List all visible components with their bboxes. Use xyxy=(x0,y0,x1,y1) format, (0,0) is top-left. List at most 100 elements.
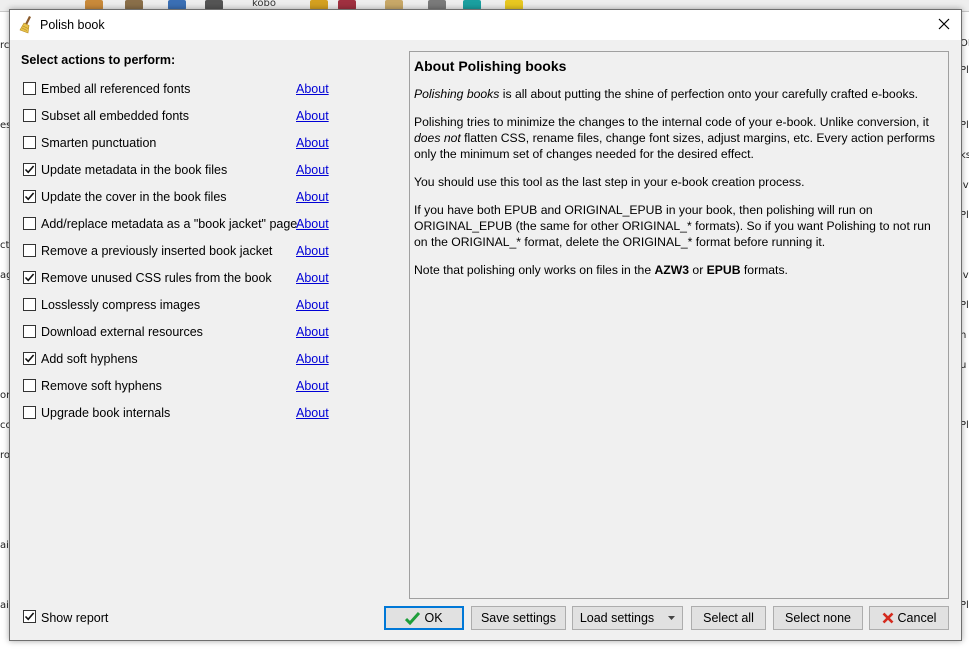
help-paragraph: If you have both EPUB and ORIGINAL_EPUB … xyxy=(414,203,931,249)
action-smarten-punctuation: Smarten punctuation About xyxy=(21,130,341,157)
bg-left-fragment: ct xyxy=(0,240,10,251)
help-heading: About Polishing books xyxy=(414,58,567,74)
help-text: Polishing tries to minimize the changes … xyxy=(414,115,929,129)
action-remove-jacket: Remove a previously inserted book jacket… xyxy=(21,238,341,265)
polish-broom-icon xyxy=(19,16,35,34)
help-paragraph: Polishing books is all about putting the… xyxy=(414,86,944,102)
dialog-title: Polish book xyxy=(40,18,105,32)
load-settings-button[interactable]: Load settings xyxy=(572,606,683,630)
about-link[interactable]: About xyxy=(296,271,329,285)
action-label[interactable]: Remove a previously inserted book jacket xyxy=(41,244,272,258)
action-update-metadata: Update metadata in the book files About xyxy=(21,157,341,184)
dropdown-arrow-icon xyxy=(668,616,676,620)
about-link[interactable]: About xyxy=(296,163,329,177)
checkbox[interactable] xyxy=(23,217,36,230)
check-mark-icon xyxy=(24,354,35,363)
checkbox[interactable] xyxy=(23,271,36,284)
about-link[interactable]: About xyxy=(296,379,329,393)
bg-left-fragment: rc xyxy=(0,40,10,51)
action-remove-soft-hyphens: Remove soft hyphens About xyxy=(21,373,341,400)
help-emphasis: Polishing books xyxy=(414,87,500,101)
checkbox[interactable] xyxy=(23,244,36,257)
show-report-label[interactable]: Show report xyxy=(41,611,108,625)
action-label[interactable]: Remove soft hyphens xyxy=(41,379,162,393)
cancel-x-icon xyxy=(882,612,894,624)
toolbar-kobo-text: kobo xyxy=(252,0,277,9)
action-label[interactable]: Update the cover in the book files xyxy=(41,190,227,204)
about-link[interactable]: About xyxy=(296,406,329,420)
action-subset-fonts: Subset all embedded fonts About xyxy=(21,103,341,130)
actions-list: Embed all referenced fonts About Subset … xyxy=(21,76,341,427)
checkmark-icon xyxy=(405,611,421,625)
checkbox[interactable] xyxy=(23,82,36,95)
select-all-button[interactable]: Select all xyxy=(691,606,766,630)
dialog-titlebar: Polish book xyxy=(10,10,961,40)
select-none-label: Select none xyxy=(784,611,852,625)
check-mark-icon xyxy=(24,612,35,621)
action-label[interactable]: Embed all referenced fonts xyxy=(41,82,190,96)
help-bold: EPUB xyxy=(706,263,741,277)
load-settings-label: Load settings xyxy=(579,611,655,625)
help-paragraph: Polishing tries to minimize the changes … xyxy=(414,114,944,162)
action-upgrade-internals: Upgrade book internals About xyxy=(21,400,341,427)
action-add-soft-hyphens: Add soft hyphens About xyxy=(21,346,341,373)
checkbox[interactable] xyxy=(23,379,36,392)
checkbox[interactable] xyxy=(23,325,36,338)
help-text: Note that polishing only works on files … xyxy=(414,263,655,277)
action-update-cover: Update the cover in the book files About xyxy=(21,184,341,211)
help-text: or xyxy=(689,263,707,277)
action-label[interactable]: Download external resources xyxy=(41,325,203,339)
cancel-button[interactable]: Cancel xyxy=(869,606,949,630)
check-mark-icon xyxy=(24,165,35,174)
check-mark-icon xyxy=(24,273,35,282)
help-emphasis: does not xyxy=(414,131,461,145)
action-label[interactable]: Losslessly compress images xyxy=(41,298,200,312)
check-mark-icon xyxy=(24,192,35,201)
checkbox[interactable] xyxy=(23,109,36,122)
action-label[interactable]: Subset all embedded fonts xyxy=(41,109,189,123)
about-link[interactable]: About xyxy=(296,136,329,150)
action-label[interactable]: Update metadata in the book files xyxy=(41,163,227,177)
about-link[interactable]: About xyxy=(296,244,329,258)
actions-section-label: Select actions to perform: xyxy=(21,53,176,67)
about-link[interactable]: About xyxy=(296,217,329,231)
help-pane: About Polishing books Polishing books is… xyxy=(409,51,949,599)
checkbox[interactable] xyxy=(23,136,36,149)
show-report-checkbox[interactable] xyxy=(23,610,36,623)
about-link[interactable]: About xyxy=(296,82,329,96)
about-link[interactable]: About xyxy=(296,109,329,123)
about-link[interactable]: About xyxy=(296,325,329,339)
checkbox[interactable] xyxy=(23,190,36,203)
close-button[interactable] xyxy=(927,10,961,40)
action-remove-unused-css: Remove unused CSS rules from the book Ab… xyxy=(21,265,341,292)
cancel-label: Cancel xyxy=(897,611,937,625)
about-link[interactable]: About xyxy=(296,190,329,204)
polish-book-dialog: Polish book Select actions to perform: E… xyxy=(9,9,962,641)
select-all-label: Select all xyxy=(703,611,754,625)
action-label[interactable]: Remove unused CSS rules from the book xyxy=(41,271,272,285)
about-link[interactable]: About xyxy=(296,352,329,366)
save-settings-button[interactable]: Save settings xyxy=(471,606,566,630)
ok-button[interactable]: OK xyxy=(384,606,464,630)
action-label[interactable]: Add soft hyphens xyxy=(41,352,138,366)
action-book-jacket: Add/replace metadata as a "book jacket" … xyxy=(21,211,341,238)
action-label[interactable]: Upgrade book internals xyxy=(41,406,170,420)
checkbox[interactable] xyxy=(23,298,36,311)
help-paragraph: Note that polishing only works on files … xyxy=(414,262,944,278)
ok-label: OK xyxy=(424,611,443,625)
close-icon xyxy=(938,18,950,33)
about-link[interactable]: About xyxy=(296,298,329,312)
action-label[interactable]: Add/replace metadata as a "book jacket" … xyxy=(41,217,297,231)
select-none-button[interactable]: Select none xyxy=(773,606,863,630)
action-embed-fonts: Embed all referenced fonts About xyxy=(21,76,341,103)
help-text: flatten CSS, rename files, change font s… xyxy=(414,131,935,161)
save-settings-label: Save settings xyxy=(480,611,557,625)
action-download-resources: Download external resources About xyxy=(21,319,341,346)
action-label[interactable]: Smarten punctuation xyxy=(41,136,156,150)
show-report-option: Show report xyxy=(21,608,151,628)
action-compress-images: Losslessly compress images About xyxy=(21,292,341,319)
help-text: formats. xyxy=(740,263,788,277)
checkbox[interactable] xyxy=(23,406,36,419)
checkbox[interactable] xyxy=(23,352,36,365)
checkbox[interactable] xyxy=(23,163,36,176)
